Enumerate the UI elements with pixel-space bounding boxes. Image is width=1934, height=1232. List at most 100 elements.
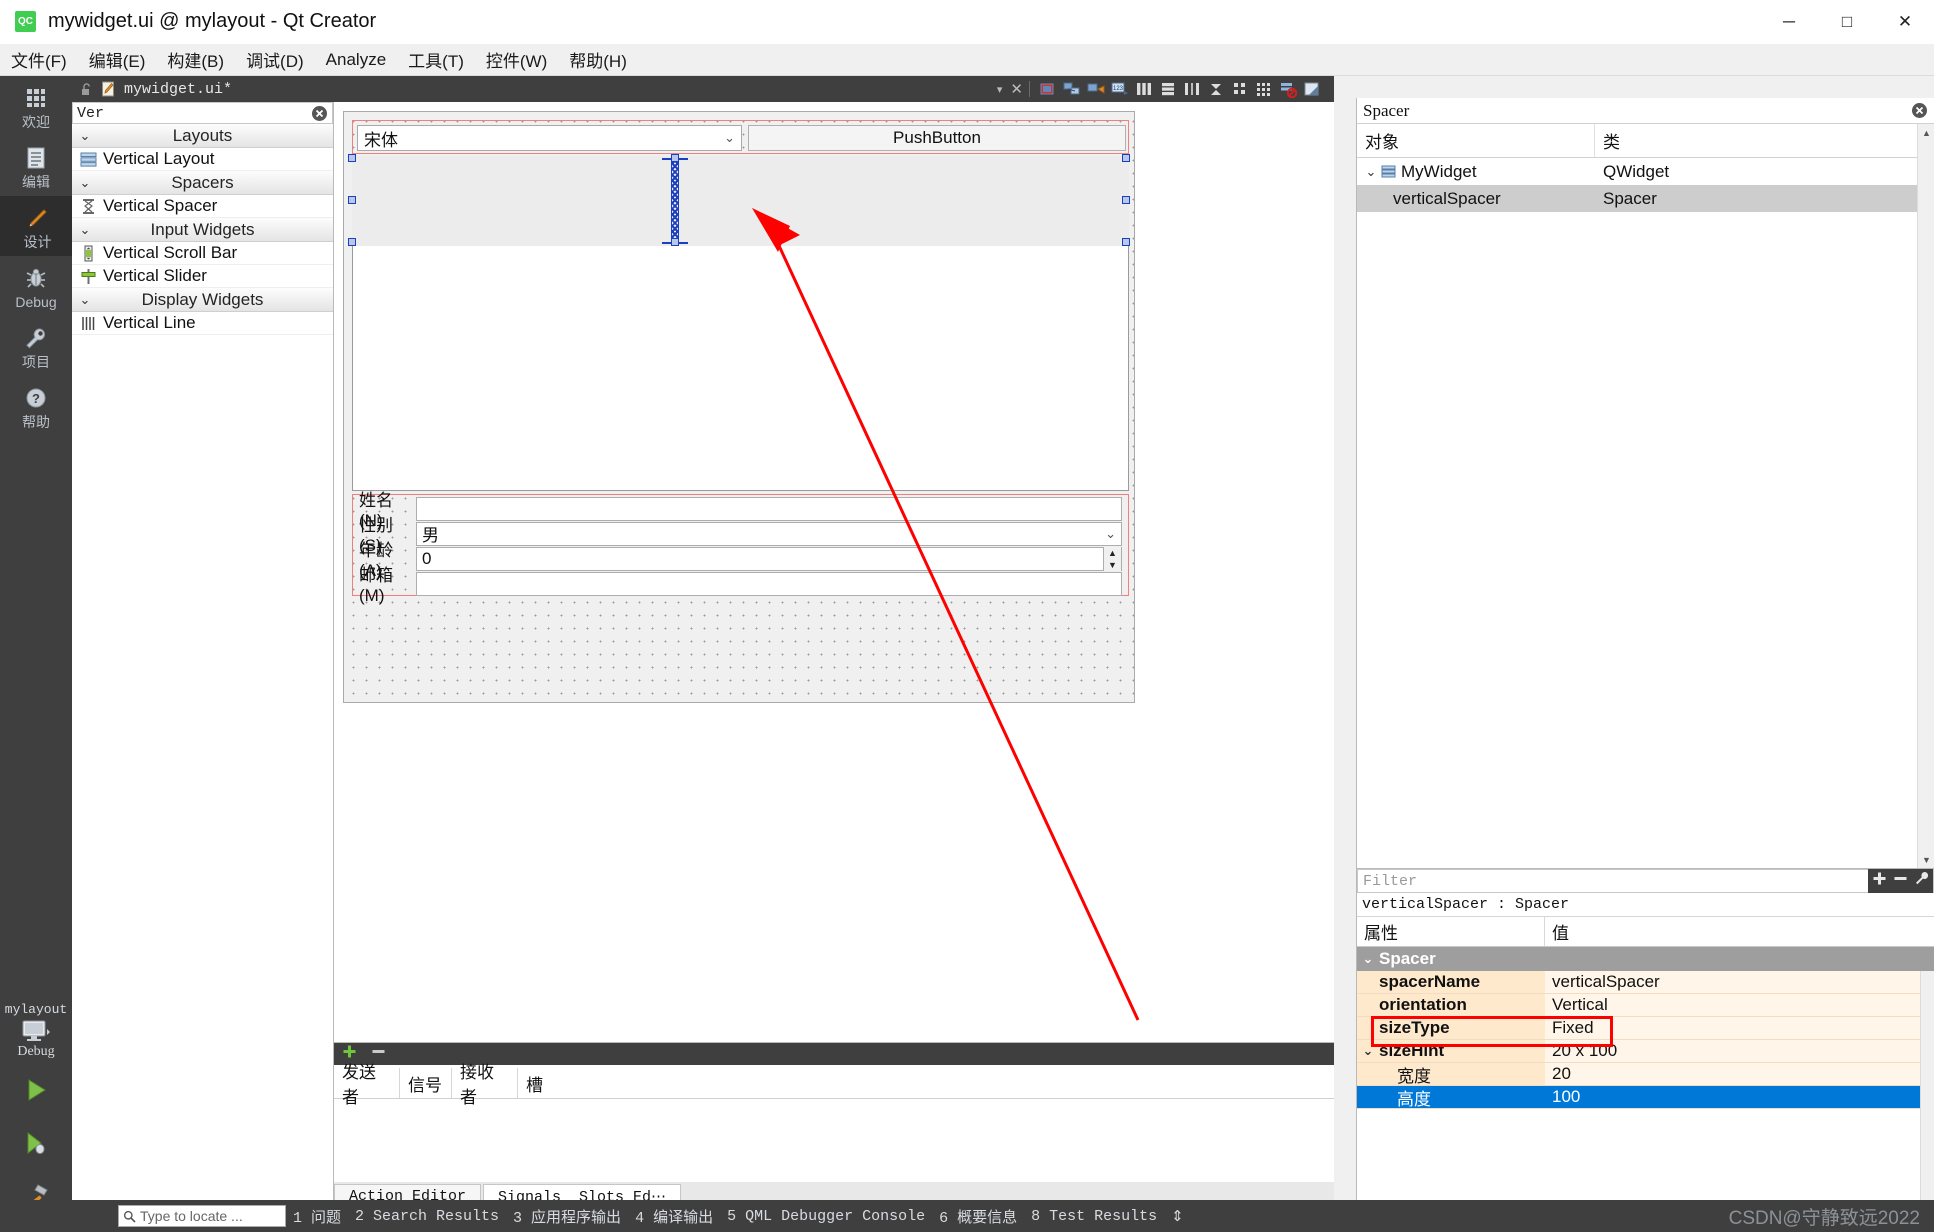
resize-handle-top[interactable] xyxy=(671,154,679,162)
menu-edit[interactable]: 编辑(E) xyxy=(78,44,157,75)
email-line-edit[interactable] xyxy=(416,572,1122,596)
search-input[interactable]: Type to locate ... xyxy=(118,1205,286,1227)
menu-widgets[interactable]: 控件(W) xyxy=(475,44,558,75)
edit-signals-slots-icon[interactable] xyxy=(1063,80,1081,98)
name-line-edit[interactable] xyxy=(416,497,1122,521)
layout-grid-icon[interactable] xyxy=(1255,80,1273,98)
status-item-qml-debugger-console[interactable]: 5 QML Debugger Console xyxy=(720,1208,932,1225)
form-row-age[interactable]: 年龄(A) 0 ▲ ▼ xyxy=(354,546,1127,571)
layout-horizontally-icon[interactable] xyxy=(1135,80,1153,98)
property-row-spacername[interactable]: spacerName verticalSpacer xyxy=(1357,971,1934,994)
top-hbox-layout[interactable]: 宋体 ⌄ PushButton xyxy=(352,120,1129,154)
close-icon[interactable]: ✕ xyxy=(1010,80,1023,98)
form-row-name[interactable]: 姓名(N) xyxy=(354,496,1127,521)
unlocked-icon[interactable] xyxy=(80,82,93,97)
empty-form-area[interactable] xyxy=(352,246,1129,491)
font-combo-box[interactable]: 宋体 ⌄ xyxy=(357,125,742,151)
chevron-down-icon[interactable]: ▾ xyxy=(997,83,1003,96)
close-icon[interactable] xyxy=(311,105,328,122)
chevron-down-icon[interactable]: ⌄ xyxy=(1357,1043,1379,1059)
widget-category-input-widgets[interactable]: ⌄ Input Widgets xyxy=(72,218,333,242)
widget-item-vertical-line[interactable]: Vertical Line xyxy=(72,312,333,335)
minimize-button[interactable]: ─ xyxy=(1760,0,1818,44)
status-item-search-results[interactable]: 2 Search Results xyxy=(348,1208,506,1225)
mode-edit[interactable]: 编辑 xyxy=(0,136,72,196)
object-row-mywidget[interactable]: ⌄ MyWidget QWidget xyxy=(1357,158,1934,185)
value-column-header[interactable]: 值 xyxy=(1545,917,1569,946)
layout-handle-mid-right[interactable] xyxy=(1122,196,1130,204)
widget-category-layouts[interactable]: ⌄ Layouts xyxy=(72,124,333,148)
object-column-header[interactable]: 对象 xyxy=(1357,124,1595,157)
column-signal[interactable]: 信号 xyxy=(400,1068,452,1098)
layout-handle-top-right[interactable] xyxy=(1122,154,1130,162)
menu-file[interactable]: 文件(F) xyxy=(0,44,78,75)
widget-item-vertical-spacer[interactable]: Vertical Spacer xyxy=(72,195,333,218)
property-row-sizehint[interactable]: ⌄ sizeHint 20 x 100 xyxy=(1357,1040,1934,1063)
mode-welcome[interactable]: 欢迎 xyxy=(0,76,72,136)
property-group-spacer[interactable]: ⌄ Spacer xyxy=(1357,947,1934,971)
property-row-height[interactable]: 高度 100 xyxy=(1357,1086,1934,1109)
menu-help[interactable]: 帮助(H) xyxy=(558,44,638,75)
layout-handle-bottom-right[interactable] xyxy=(1122,238,1130,246)
widget-box-filter[interactable]: Ver xyxy=(72,102,333,124)
debug-button[interactable] xyxy=(23,1119,49,1172)
wrench-icon[interactable] xyxy=(1914,871,1929,891)
property-row-sizetype-value[interactable]: Fixed xyxy=(1545,1017,1934,1040)
layout-handle-mid-left[interactable] xyxy=(348,196,356,204)
form-row-gender[interactable]: 性别(S) 男 ⌄ xyxy=(354,521,1127,546)
property-row-sizehint-value[interactable]: 20 x 100 xyxy=(1545,1040,1934,1063)
open-file-name[interactable]: mywidget.ui* xyxy=(124,81,232,98)
menu-debug[interactable]: 调试(D) xyxy=(235,44,315,75)
menu-analyze[interactable]: Analyze xyxy=(315,47,397,73)
spin-up-button[interactable]: ▲ xyxy=(1104,547,1121,559)
layout-form-icon[interactable] xyxy=(1231,80,1249,98)
chevron-down-icon[interactable]: ⌄ xyxy=(1361,164,1381,180)
layout-splitter-h-icon[interactable] xyxy=(1183,80,1201,98)
minus-icon[interactable] xyxy=(1893,871,1908,891)
status-item-app-output[interactable]: 3 应用程序输出 xyxy=(506,1206,628,1227)
status-item-general-messages[interactable]: 6 概要信息 xyxy=(932,1206,1024,1227)
close-button[interactable]: ✕ xyxy=(1876,0,1934,44)
column-receiver[interactable]: 接收者 xyxy=(452,1068,518,1098)
widget-category-spacers[interactable]: ⌄ Spacers xyxy=(72,171,333,195)
layout-vertically-icon[interactable] xyxy=(1159,80,1177,98)
property-row-width[interactable]: 宽度 20 xyxy=(1357,1063,1934,1086)
property-row-orientation[interactable]: orientation Vertical xyxy=(1357,994,1934,1017)
property-row-sizetype[interactable]: sizeType Fixed xyxy=(1357,1017,1934,1040)
menu-tools[interactable]: 工具(T) xyxy=(397,44,475,75)
property-editor-scrollbar[interactable] xyxy=(1920,971,1934,1208)
mode-debug[interactable]: Debug xyxy=(0,256,72,316)
mode-help[interactable]: ? 帮助 xyxy=(0,376,72,436)
property-row-spacername-value[interactable]: verticalSpacer xyxy=(1545,971,1934,994)
spin-down-button[interactable]: ▼ xyxy=(1104,559,1121,571)
vertical-spacer-widget[interactable] xyxy=(671,158,679,244)
column-slot[interactable]: 槽 xyxy=(518,1068,1334,1098)
status-item-compile-output[interactable]: 4 编译输出 xyxy=(628,1206,720,1227)
class-column-header[interactable]: 类 xyxy=(1595,124,1620,157)
mode-projects[interactable]: 项目 xyxy=(0,316,72,376)
kit-selector[interactable]: mylayout Debug xyxy=(0,1002,72,1066)
close-icon[interactable] xyxy=(1911,102,1928,119)
maximize-button[interactable]: □ xyxy=(1818,0,1876,44)
property-row-width-value[interactable]: 20 xyxy=(1545,1063,1934,1086)
property-row-height-value[interactable]: 100 xyxy=(1545,1086,1934,1109)
scroll-down-icon[interactable]: ▼ xyxy=(1918,851,1934,868)
push-button[interactable]: PushButton xyxy=(748,125,1126,151)
form-layout[interactable]: 姓名(N) 性别(S) 男 ⌄ xyxy=(352,494,1129,596)
spacer-drop-zone[interactable] xyxy=(352,156,1129,246)
layout-handle-bottom-left[interactable] xyxy=(348,238,356,246)
run-button[interactable] xyxy=(23,1066,49,1119)
status-item-issues[interactable]: 1 问题 xyxy=(286,1206,348,1227)
plus-icon[interactable] xyxy=(1872,871,1887,891)
property-row-orientation-value[interactable]: Vertical xyxy=(1545,994,1934,1017)
form-root-widget[interactable]: 宋体 ⌄ PushButton xyxy=(343,111,1135,703)
form-designer-canvas[interactable]: 宋体 ⌄ PushButton xyxy=(334,102,1334,1042)
age-spin-box[interactable]: 0 ▲ ▼ xyxy=(416,547,1122,571)
updown-icon[interactable]: ⇕ xyxy=(1164,1207,1191,1226)
property-filter-field[interactable]: Filter xyxy=(1357,869,1934,893)
status-item-test-results[interactable]: 8 Test Results xyxy=(1024,1208,1164,1225)
object-row-verticalspacer[interactable]: verticalSpacer Spacer xyxy=(1357,185,1934,212)
scroll-up-icon[interactable]: ▲ xyxy=(1918,124,1934,141)
edit-widgets-icon[interactable] xyxy=(1039,80,1057,98)
layout-handle-top-left[interactable] xyxy=(348,154,356,162)
